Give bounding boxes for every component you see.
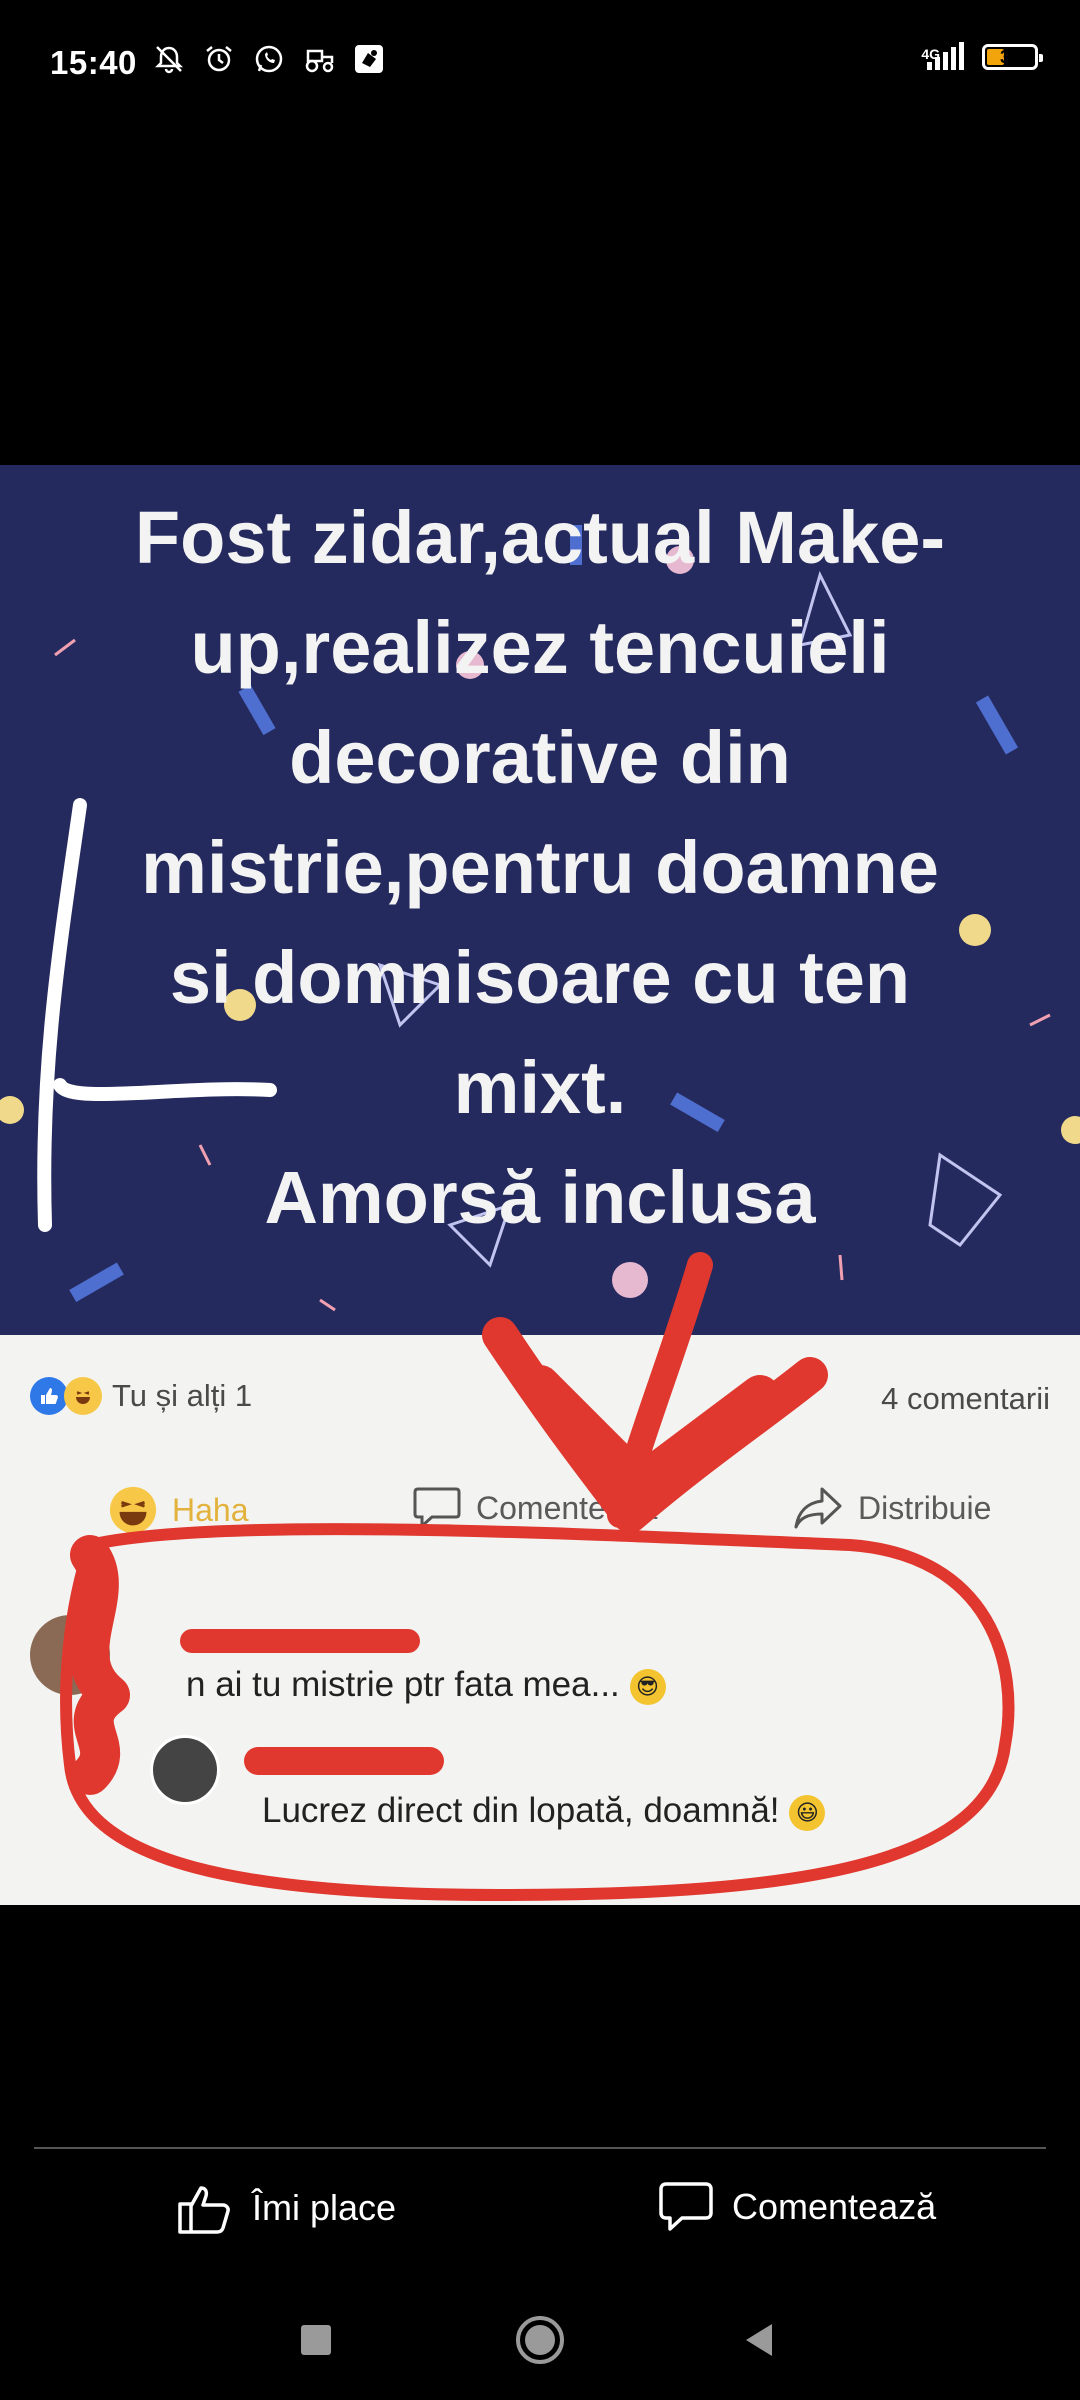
smile-emoji-icon: 😃 bbox=[789, 1794, 826, 1831]
comment-icon bbox=[413, 1487, 461, 1530]
status-time: 15:40 bbox=[50, 44, 137, 81]
comment-label: Comentează bbox=[732, 2186, 937, 2227]
meme-line: si domnisoare cu ten bbox=[169, 936, 911, 1019]
tractor-icon bbox=[302, 42, 336, 76]
haha-icon bbox=[109, 1486, 157, 1534]
meme-line: Fost zidar,actual Make- bbox=[134, 496, 946, 579]
post-comment-label: Comentează bbox=[476, 1489, 658, 1526]
square-icon bbox=[301, 2325, 331, 2355]
meme-line: mixt. bbox=[453, 1046, 627, 1129]
status-bar: 15:40 4G 38 bbox=[0, 0, 1080, 130]
battery-level: 38 bbox=[999, 46, 1021, 67]
battery-icon: 38 bbox=[982, 44, 1043, 70]
signal-icon bbox=[927, 42, 964, 70]
facebook-post-panel: Tu și alți 1 4 comentarii Haha Comenteaz… bbox=[0, 1335, 1080, 1905]
comment-text: n ai tu mistrie ptr fata mea... 😎 bbox=[186, 1665, 666, 1705]
comment-body: n ai tu mistrie ptr fata mea... bbox=[186, 1665, 620, 1704]
status-right: 38 bbox=[927, 42, 1043, 70]
like-button[interactable]: Îmi place bbox=[176, 2180, 396, 2236]
reactions-summary[interactable]: Tu și alți 1 bbox=[30, 1377, 252, 1415]
comment-icon bbox=[659, 2182, 713, 2231]
meme-text-panel: Fost zidar,actual Make- up,realizez tenc… bbox=[0, 465, 1080, 1335]
haha-reaction-icon bbox=[64, 1377, 102, 1415]
status-icons bbox=[152, 42, 386, 76]
navigation-bar bbox=[0, 2300, 1080, 2400]
avatar bbox=[150, 1735, 220, 1805]
share-button[interactable]: Distribuie bbox=[792, 1485, 991, 1531]
notifications-off-icon bbox=[152, 42, 186, 76]
meme-caption: Fost zidar,actual Make- up,realizez tenc… bbox=[40, 483, 1040, 1253]
alarm-icon bbox=[202, 42, 236, 76]
post-action-row: Haha Comentează Distribuie bbox=[0, 1485, 1080, 1555]
meme-line: Amorsă inclusa bbox=[264, 1156, 816, 1239]
redacted-name bbox=[180, 1629, 420, 1653]
back-triangle-icon bbox=[746, 2324, 772, 2356]
haha-label: Haha bbox=[172, 1491, 249, 1528]
whatsapp-icon bbox=[252, 42, 286, 76]
haha-button[interactable]: Haha bbox=[108, 1485, 249, 1535]
thumbs-up-icon bbox=[178, 2186, 230, 2234]
like-reaction-icon bbox=[30, 1377, 68, 1415]
meme-line: decorative din bbox=[289, 716, 791, 799]
sunglasses-emoji-icon: 😎 bbox=[629, 1668, 666, 1705]
divider bbox=[34, 2147, 1046, 2149]
reactions-label: Tu și alți 1 bbox=[112, 1378, 253, 1413]
share-label: Distribuie bbox=[858, 1489, 992, 1526]
redacted-name bbox=[244, 1747, 444, 1775]
post-comment-button[interactable]: Comentează bbox=[412, 1485, 657, 1531]
reply-text: Lucrez direct din lopată, doamnă! 😃 bbox=[262, 1791, 826, 1831]
meme-line: mistrie,pentru doamne bbox=[141, 826, 939, 909]
home-circle-icon bbox=[516, 2316, 564, 2364]
share-icon bbox=[794, 1487, 842, 1529]
avatar bbox=[30, 1615, 110, 1695]
like-label: Îmi place bbox=[252, 2187, 397, 2228]
reply-body: Lucrez direct din lopată, doamnă! bbox=[262, 1791, 780, 1830]
meme-line: up,realizez tencuieli bbox=[190, 606, 890, 689]
back-button[interactable] bbox=[740, 2320, 780, 2360]
recent-apps-button[interactable] bbox=[296, 2320, 336, 2360]
comments-count[interactable]: 4 comentarii bbox=[881, 1381, 1050, 1417]
meme-image[interactable]: Fost zidar,actual Make- up,realizez tenc… bbox=[0, 465, 1080, 1905]
home-button[interactable] bbox=[510, 2310, 570, 2370]
comment-button[interactable]: Comentează bbox=[658, 2180, 936, 2234]
app-icon bbox=[352, 42, 386, 76]
